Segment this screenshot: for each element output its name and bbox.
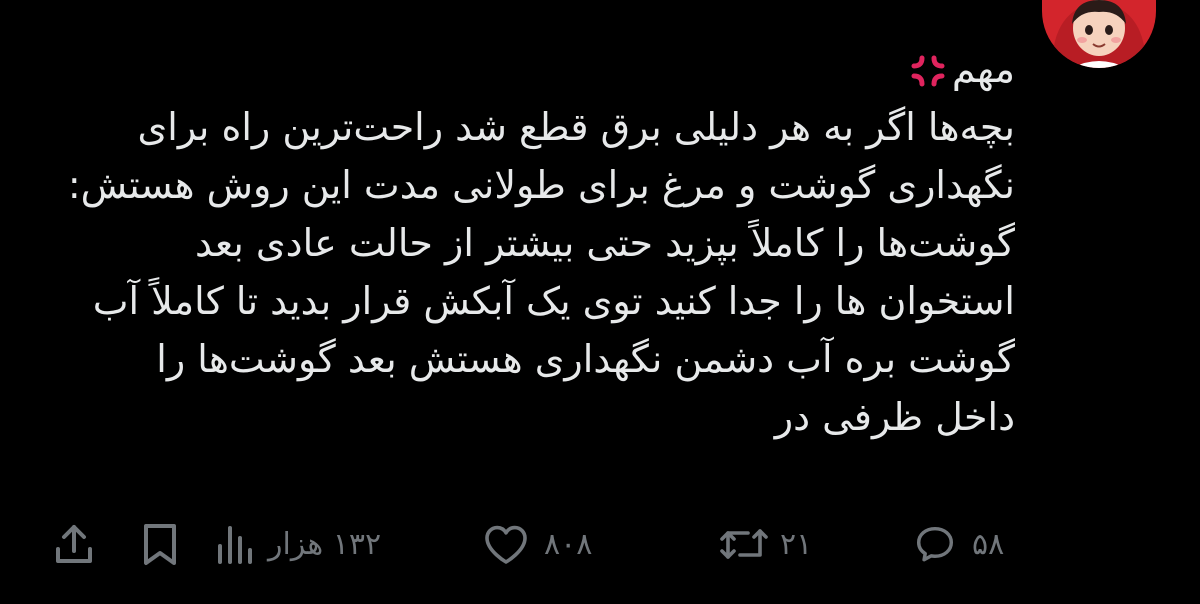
tweet-action-bar: ۵۸ ۲۱ ۸۰۸ ۱۳۲ هزار [0,512,1200,576]
tweet-line-2: بچه‌ها اگر به هر دلیلی برق قطع شد راحت‌ت… [137,105,1015,149]
tweet-line-1: مهم [35,40,1015,98]
bookmark-icon [140,521,180,567]
views-count: ۱۳۲ هزار [268,526,382,562]
comment-bubble-icon [912,521,958,567]
reply-button[interactable]: ۵۸ [912,512,1004,576]
tweet-heading: مهم [951,47,1015,91]
share-upload-icon [52,521,96,567]
avatar[interactable] [1042,0,1156,68]
tweet-line-4: گوشت‌ها را کاملاً بپزید حتی بیشتر از حال… [195,221,1015,265]
views-button[interactable]: ۱۳۲ هزار [214,512,381,576]
tweet-line-3: نگهداری گوشت و مرغ برای طولانی مدت این ر… [67,163,1015,207]
tweet-text: مهم بچه‌ها اگر به هر دلیلی برق قطع شد را… [35,40,1015,446]
tweet-line-7: داخل ظرفی در [774,395,1015,439]
like-count: ۸۰۸ [544,526,593,562]
reply-count: ۵۸ [972,526,1005,562]
tweet-view: مهم بچه‌ها اگر به هر دلیلی برق قطع شد را… [0,0,1200,604]
like-button[interactable]: ۸۰۸ [482,512,592,576]
bookmark-button[interactable] [140,512,180,576]
tweet-line-6: گوشت بره آب دشمن نگهداری هستش بعد گوشت‌ه… [156,337,1015,381]
share-button[interactable] [52,512,96,576]
heart-icon [482,522,530,566]
anger-symbol-icon [908,49,948,89]
retweet-count: ۲۱ [780,526,813,562]
retweet-button[interactable]: ۲۱ [718,512,812,576]
tweet-line-5: استخوان ها را جدا کنید توی یک آبکش قرار … [92,279,1015,323]
retweet-icon [718,521,770,567]
views-bar-chart-icon [214,522,254,566]
